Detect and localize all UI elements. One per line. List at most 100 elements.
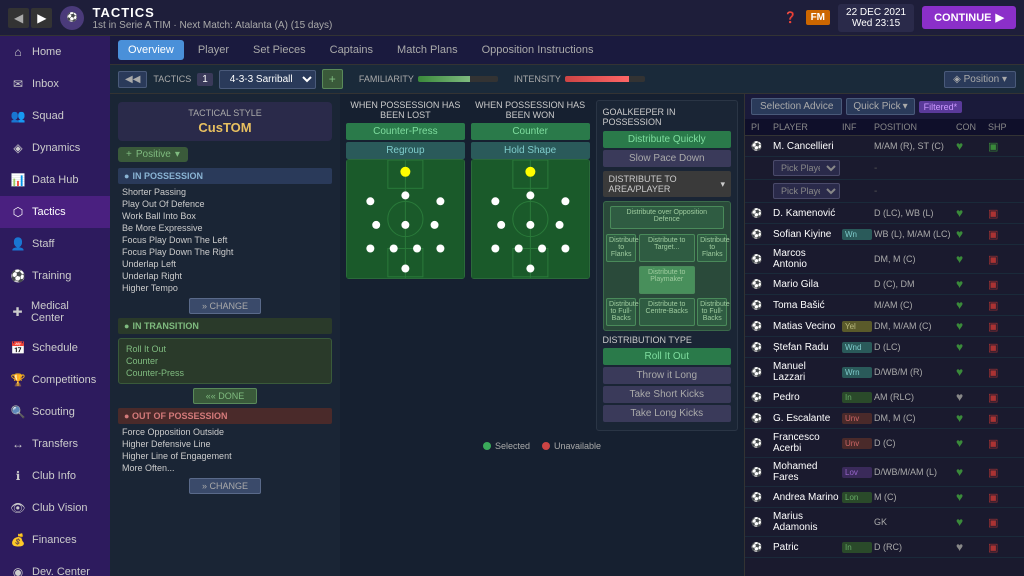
tab-opposition[interactable]: Opposition Instructions xyxy=(472,40,604,60)
sidebar-item-clubinfo[interactable]: ℹ Club Info xyxy=(0,460,110,492)
sidebar-item-transfers[interactable]: ↔ Transfers xyxy=(0,428,110,460)
back-button[interactable]: ◀ xyxy=(8,8,29,28)
player-shp-am: ▣ xyxy=(988,491,1018,504)
mentality-label[interactable]: + Positive ▾ xyxy=(118,147,188,162)
player-row-cancellieri[interactable]: ⚽ M. Cancellieri M/AM (R), ST (C) ♥ ▣ xyxy=(745,136,1024,157)
schedule-icon: 📅 xyxy=(10,340,26,356)
ip-item-2: Work Ball Into Box xyxy=(118,210,332,222)
player-row-vecino[interactable]: ⚽ Matias Vecino Yel DM, M/AM (C) ♥ ▣ xyxy=(745,316,1024,337)
player-row-patric[interactable]: ⚽ Patric In D (RC) ♥ ▣ xyxy=(745,537,1024,558)
formation-select[interactable]: 4-3-3 Sarriball xyxy=(219,70,316,89)
regroup-button[interactable]: Regroup xyxy=(346,142,465,159)
pick-player-select-2[interactable]: Pick Player xyxy=(773,183,840,199)
throw-long-button[interactable]: Throw it Long xyxy=(603,367,732,384)
distribute-quickly-button[interactable]: Distribute Quickly xyxy=(603,131,732,148)
sidebar-item-inbox[interactable]: ✉ Inbox xyxy=(0,68,110,100)
sidebar-item-competitions[interactable]: 🏆 Competitions xyxy=(0,364,110,396)
legend-row: Selected Unavailable xyxy=(346,441,738,451)
tab-overview[interactable]: Overview xyxy=(118,40,184,60)
dist-target[interactable]: Distribute to Target... xyxy=(639,234,695,262)
in-transition-header: ● IN TRANSITION xyxy=(118,318,332,334)
player-row-gila[interactable]: ⚽ Mario Gila D (C), DM ♥ ▣ xyxy=(745,274,1024,295)
quick-pick-dropdown[interactable]: Quick Pick ▾ xyxy=(846,98,914,115)
player-name-maa: Marius Adamonis xyxy=(773,511,840,533)
player-row-marcos[interactable]: ⚽ Marcos Antonio DM, M (C) ♥ ▣ xyxy=(745,245,1024,274)
done-button[interactable]: «« DONE xyxy=(193,388,258,404)
dist-full-backs-left[interactable]: Distribute to Full-Backs xyxy=(606,298,636,326)
sidebar-item-home[interactable]: ⌂ Home xyxy=(0,36,110,68)
player-row-kamenovic[interactable]: ⚽ D. Kamenović D (LC), WB (L) ♥ ▣ xyxy=(745,203,1024,224)
long-kicks-button[interactable]: Take Long Kicks xyxy=(603,405,732,422)
player-pi-fa: ⚽ xyxy=(751,438,771,449)
tab-captains[interactable]: Captains xyxy=(320,40,383,60)
field-svg-lost xyxy=(347,160,464,278)
player-row-fares[interactable]: ⚽ Mohamed Fares Lov D/WB/M/AM (L) ♥ ▣ xyxy=(745,458,1024,487)
sidebar-item-dynamics[interactable]: ◈ Dynamics xyxy=(0,132,110,164)
hold-shape-button[interactable]: Hold Shape xyxy=(471,142,590,159)
player-pi-p: ⚽ xyxy=(751,392,771,403)
it-item-1: Counter xyxy=(125,355,325,367)
sidebar-item-training[interactable]: ⚽ Training xyxy=(0,260,110,292)
sidebar-item-schedule[interactable]: 📅 Schedule xyxy=(0,332,110,364)
player-name-am: Andrea Marino xyxy=(773,492,840,503)
player-row-escalante[interactable]: ⚽ G. Escalante Unv DM, M (C) ♥ ▣ xyxy=(745,408,1024,429)
tactical-style-box: TACTICAL STYLE CusTOM xyxy=(118,102,332,141)
sidebar-item-clubvision[interactable]: 👁 Club Vision xyxy=(0,492,110,524)
player-shp-fa: ▣ xyxy=(988,437,1018,450)
sidebar-item-finances[interactable]: 💰 Finances xyxy=(0,524,110,556)
slow-pace-button[interactable]: Slow Pace Down xyxy=(603,150,732,167)
sidebar-item-devcenter[interactable]: ◉ Dev. Center xyxy=(0,556,110,576)
selection-advice-button[interactable]: Selection Advice xyxy=(751,98,842,115)
field-diagram-won xyxy=(471,159,590,279)
dist-flanks-left[interactable]: Distribute to Flanks xyxy=(606,234,636,262)
position-button[interactable]: ◈ Position ▾ xyxy=(944,71,1016,88)
pick-player-select-1[interactable]: Pick Player xyxy=(773,160,840,176)
player-inf-p: In xyxy=(842,392,872,403)
tab-match-plans[interactable]: Match Plans xyxy=(387,40,468,60)
date-block: 22 DEC 2021 Wed 23:15 xyxy=(838,4,914,32)
pick-player-row-1[interactable]: Pick Player - xyxy=(745,157,1024,180)
datahub-icon: 📊 xyxy=(10,172,26,188)
tab-player[interactable]: Player xyxy=(188,40,239,60)
counter-button[interactable]: Counter xyxy=(471,123,590,140)
change-out-possession-button[interactable]: » CHANGE xyxy=(189,478,261,494)
top-bar-right: ❓ FM 22 DEC 2021 Wed 23:15 CONTINUE ▶ xyxy=(784,4,1016,32)
player-row-lazzari[interactable]: ⚽ Manuel Lazzari Wrn D/WB/M (R) ♥ ▣ xyxy=(745,358,1024,387)
sidebar-item-staff[interactable]: 👤 Staff xyxy=(0,228,110,260)
add-tactic-button[interactable]: + xyxy=(322,69,343,89)
short-kicks-button[interactable]: Take Short Kicks xyxy=(603,386,732,403)
pick-player-row-2[interactable]: Pick Player - xyxy=(745,180,1024,203)
filtered-badge[interactable]: Filtered* xyxy=(919,101,963,113)
sidebar-item-medical[interactable]: ✚ Medical Center xyxy=(0,292,110,332)
player-con-k: ♥ xyxy=(956,206,986,220)
dist-full-backs-right[interactable]: Distribute to Full-Backs xyxy=(697,298,727,326)
dist-flanks-right[interactable]: Distribute to Flanks xyxy=(697,234,727,262)
forward-button[interactable]: ▶ xyxy=(31,8,52,28)
dist-centre-backs[interactable]: Distribute to Centre-Backs xyxy=(639,298,695,326)
dist-opposition-defence[interactable]: Distribute over Opposition Defence xyxy=(610,206,724,229)
roll-it-out-button[interactable]: Roll It Out xyxy=(603,348,732,365)
dist-playmaker[interactable]: Distribute to Playmaker xyxy=(639,266,695,294)
player-pi-sr: ⚽ xyxy=(751,342,771,353)
sidebar-item-scouting[interactable]: 🔍 Scouting xyxy=(0,396,110,428)
player-pos-tb: M/AM (C) xyxy=(874,300,954,310)
change-possession-button[interactable]: » CHANGE xyxy=(189,298,261,314)
continue-button[interactable]: CONTINUE ▶ xyxy=(922,6,1016,29)
tab-set-pieces[interactable]: Set Pieces xyxy=(243,40,316,60)
sidebar-item-squad[interactable]: 👥 Squad xyxy=(0,100,110,132)
help-icon[interactable]: ❓ xyxy=(784,11,798,24)
player-row-kiyine[interactable]: ⚽ Sofian Kiyine Wn WB (L), M/AM (LC) ♥ ▣ xyxy=(745,224,1024,245)
sidebar-item-tactics[interactable]: ⬡ Tactics xyxy=(0,196,110,228)
player-pi-k: ⚽ xyxy=(751,208,771,219)
player-row-basic[interactable]: ⚽ Toma Bašić M/AM (C) ♥ ▣ xyxy=(745,295,1024,316)
tactics-back-button[interactable]: ◀◀ xyxy=(118,71,147,88)
player-row-radu[interactable]: ⚽ Ștefan Radu Wnd D (LC) ♥ ▣ xyxy=(745,337,1024,358)
player-row-pedro[interactable]: ⚽ Pedro In AM (RLC) ♥ ▣ xyxy=(745,387,1024,408)
player-pos-pat: D (RC) xyxy=(874,542,954,552)
counter-press-button[interactable]: Counter-Press xyxy=(346,123,465,140)
sidebar-item-datahub[interactable]: 📊 Data Hub xyxy=(0,164,110,196)
player-row-acerbi[interactable]: ⚽ Francesco Acerbi Unv D (C) ♥ ▣ xyxy=(745,429,1024,458)
player-row-adamonis[interactable]: ⚽ Marius Adamonis GK ♥ ▣ xyxy=(745,508,1024,537)
player-row-marino[interactable]: ⚽ Andrea Marino Lon M (C) ♥ ▣ xyxy=(745,487,1024,508)
player-pos-sr: D (LC) xyxy=(874,342,954,352)
